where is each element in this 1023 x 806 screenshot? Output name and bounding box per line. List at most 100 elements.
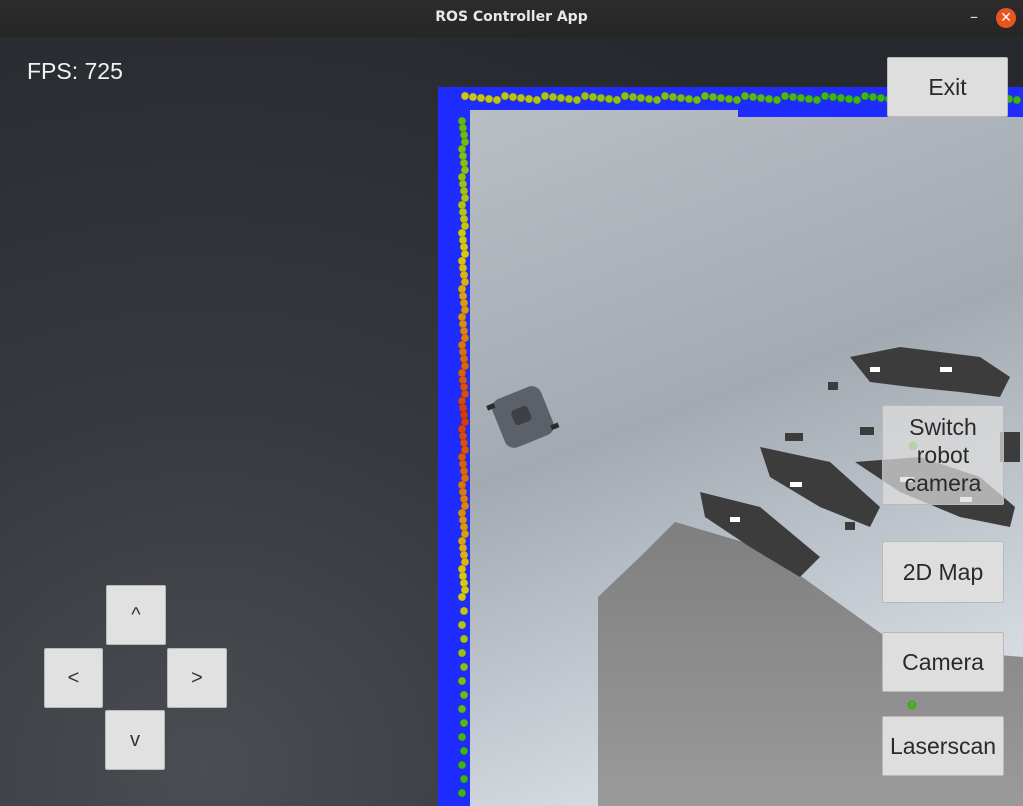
laserscan-point: [459, 354, 469, 364]
map-border-notch: [438, 423, 452, 463]
laserscan-point: [724, 94, 734, 104]
laserscan-button[interactable]: Laserscan: [882, 716, 1004, 776]
move-left-button[interactable]: <: [44, 648, 103, 708]
camera-button[interactable]: Camera: [882, 632, 1004, 692]
laserscan-point: [828, 92, 838, 102]
laserscan-point: [459, 746, 469, 756]
move-right-button[interactable]: >: [167, 648, 227, 708]
laserscan-point: [459, 578, 469, 588]
window-titlebar: ROS Controller App – ✕: [0, 0, 1023, 38]
laserscan-point: [484, 94, 494, 104]
laserscan-point: [457, 256, 467, 266]
exit-button[interactable]: Exit: [887, 57, 1008, 117]
laserscan-point: [458, 207, 468, 217]
laserscan-point: [458, 235, 468, 245]
laserscan-point: [836, 93, 846, 103]
2d-map-button[interactable]: 2D Map: [882, 541, 1004, 603]
laserscan-point: [457, 144, 467, 154]
laserscan-point: [580, 91, 590, 101]
laserscan-point: [604, 94, 614, 104]
laserscan-point: [459, 242, 469, 252]
3d-viewport[interactable]: FPS: 725 Exit Switch robot camera 2D Map…: [0, 37, 1023, 806]
laserscan-point: [457, 620, 467, 630]
move-up-button[interactable]: ^: [106, 585, 166, 645]
minimize-icon[interactable]: –: [964, 8, 984, 28]
laserscan-point: [459, 186, 469, 196]
laserscan-point: [459, 662, 469, 672]
laserscan-point: [764, 94, 774, 104]
laserscan-point: [459, 410, 469, 420]
move-down-button[interactable]: v: [105, 710, 165, 770]
laserscan-point: [459, 634, 469, 644]
laserscan-point: [457, 648, 467, 658]
laserscan-point: [459, 522, 469, 532]
laserscan-point: [458, 375, 468, 385]
laserscan-point: [620, 91, 630, 101]
laserscan-point: [492, 95, 502, 105]
laserscan-point: [458, 123, 468, 133]
laserscan-point: [458, 151, 468, 161]
laserscan-point: [460, 91, 470, 101]
laserscan-point: [772, 95, 782, 105]
laserscan-point: [588, 92, 598, 102]
laserscan-point: [1012, 95, 1022, 105]
switch-robot-camera-button[interactable]: Switch robot camera: [882, 405, 1004, 505]
laserscan-point: [457, 452, 467, 462]
laserscan-point: [652, 95, 662, 105]
laserscan-point: [500, 91, 510, 101]
laserscan-point: [457, 508, 467, 518]
laserscan-point: [457, 564, 467, 574]
laserscan-point: [860, 91, 870, 101]
laserscan-point: [508, 92, 518, 102]
laserscan-point: [788, 92, 798, 102]
laserscan-point: [458, 319, 468, 329]
laserscan-point: [692, 95, 702, 105]
laserscan-point: [756, 93, 766, 103]
laserscan-point: [636, 93, 646, 103]
laserscan-point: [458, 431, 468, 441]
laserscan-point: [812, 95, 822, 105]
laserscan-point: [716, 93, 726, 103]
laserscan-point: [628, 92, 638, 102]
laserscan-point: [596, 93, 606, 103]
laserscan-point: [458, 179, 468, 189]
laserscan-point: [660, 91, 670, 101]
window-title: ROS Controller App: [435, 9, 588, 25]
laserscan-point: [457, 116, 467, 126]
laserscan-point: [459, 326, 469, 336]
laserscan-point: [459, 466, 469, 476]
laserscan-point: [457, 732, 467, 742]
laserscan-point: [458, 543, 468, 553]
close-icon[interactable]: ✕: [996, 8, 1016, 28]
laserscan-point: [572, 95, 582, 105]
laserscan-point: [457, 228, 467, 238]
laserscan-point: [457, 396, 467, 406]
laserscan-point: [516, 93, 526, 103]
laserscan-point: [458, 515, 468, 525]
laserscan-point: [676, 93, 686, 103]
laserscan-point: [740, 91, 750, 101]
laserscan-point: [459, 550, 469, 560]
laserscan-point: [476, 93, 486, 103]
laserscan-point: [458, 291, 468, 301]
laserscan-point: [700, 91, 710, 101]
laserscan-point: [732, 95, 742, 105]
laserscan-point: [868, 92, 878, 102]
scene-render: [438, 87, 1023, 806]
laserscan-point: [748, 92, 758, 102]
laserscan-point: [457, 592, 467, 602]
laserscan-point: [457, 676, 467, 686]
laserscan-point: [459, 690, 469, 700]
laserscan-point: [459, 130, 469, 140]
laserscan-point: [458, 263, 468, 273]
laserscan-point: [684, 94, 694, 104]
laserscan-point: [844, 94, 854, 104]
laserscan-point: [459, 774, 469, 784]
laserscan-point: [876, 93, 886, 103]
laserscan-point: [556, 93, 566, 103]
laserscan-point: [459, 718, 469, 728]
laserscan-point: [540, 91, 550, 101]
laserscan-point: [459, 270, 469, 280]
laserscan-point: [668, 92, 678, 102]
laserscan-point: [457, 424, 467, 434]
